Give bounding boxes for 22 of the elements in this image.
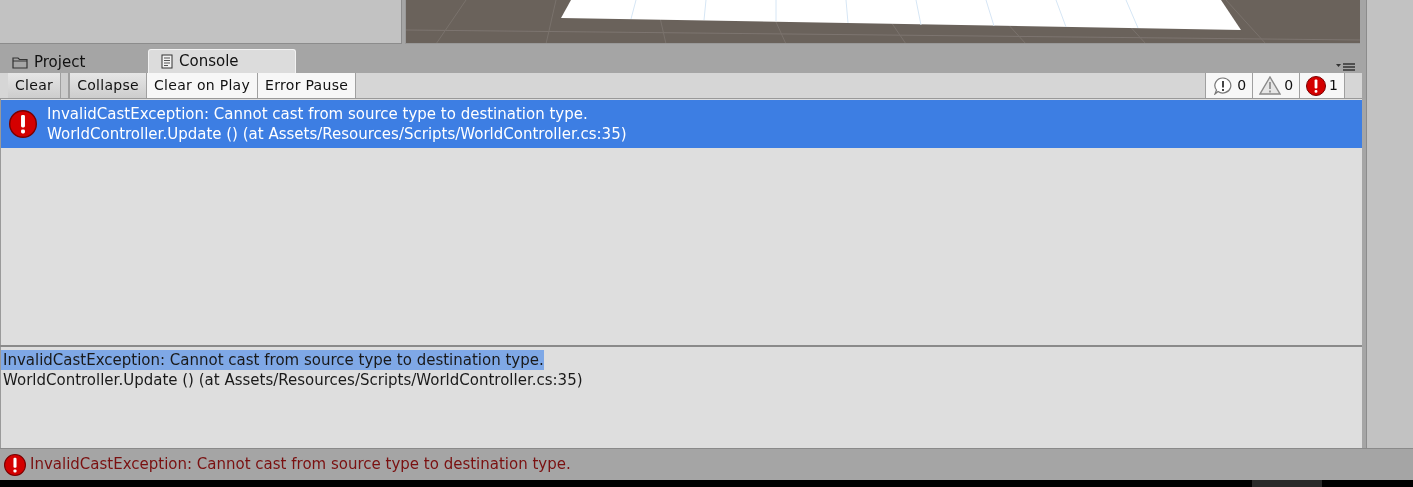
error-icon — [9, 110, 37, 138]
toolbar-button[interactable]: Clear on Play — [147, 73, 259, 98]
detail-line: WorldController.Update () (at Assets/Resources/Scripts/WorldController.cs:35) — [2, 370, 583, 390]
taskbar-segment — [1252, 480, 1322, 487]
error-icon — [1306, 75, 1327, 96]
log-entry[interactable]: InvalidCastException: Cannot cast from source type to destination type. WorldController.Update () (at Assets/Resources/Scripts/WorldController.cs:35) — [1, 100, 1362, 148]
toolbar-button[interactable]: Clear — [8, 73, 62, 98]
log-message: InvalidCastException: Cannot cast from source type to destination type. — [47, 104, 589, 124]
document-icon — [161, 54, 173, 69]
menu-icon[interactable] — [1336, 62, 1356, 72]
counter-toggle[interactable]: 0 — [1205, 73, 1253, 98]
toolbar-button[interactable]: Collapse — [69, 73, 148, 98]
stack-trace: WorldController.Update () (at Assets/Resources/Scripts/WorldController.cs:35) — [47, 124, 627, 144]
error-icon — [4, 453, 26, 476]
folder-icon — [12, 55, 28, 69]
tab[interactable]: Project — [0, 51, 148, 73]
tab[interactable]: Console — [148, 49, 296, 73]
counter-toggle[interactable]: 0 — [1252, 73, 1300, 98]
warning-icon — [1259, 76, 1282, 95]
toolbar-button[interactable]: Error Pause — [258, 73, 357, 98]
counter-toggle[interactable]: 1 — [1299, 73, 1344, 98]
status-message: InvalidCastException: Cannot cast from source type to destination type. — [30, 454, 571, 476]
